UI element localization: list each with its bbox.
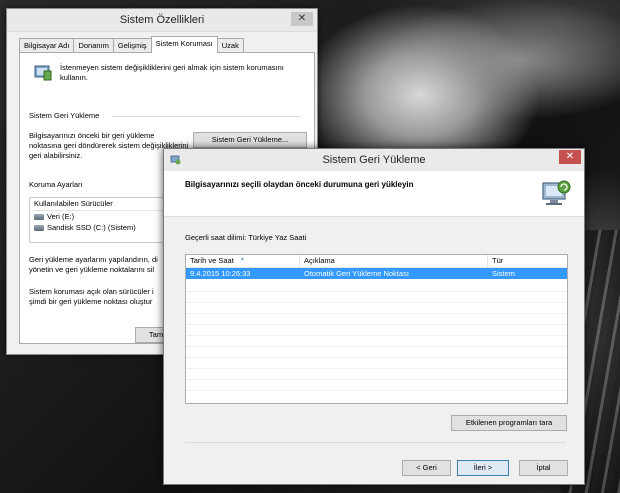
cancel-button[interactable]: İptal bbox=[519, 460, 568, 476]
sort-arrow-icon: ▲ bbox=[240, 256, 245, 262]
configure-text-line: yönetin ve geri yükleme noktalarını sil bbox=[29, 265, 155, 274]
close-button[interactable]: ✕ bbox=[291, 12, 313, 26]
system-restore-button[interactable]: Sistem Geri Yükleme... bbox=[193, 132, 307, 148]
drive-row[interactable]: Sandisk SSD (C:) (Sistem) bbox=[30, 222, 170, 233]
list-header: Tarih ve Saat ▲ Açıklama Tür bbox=[186, 255, 567, 268]
drives-list[interactable]: Kullanılabilen Sürücüler Veri (E:) Sandi… bbox=[29, 197, 171, 243]
row-date: 9.4.2015 10:26:33 bbox=[190, 269, 251, 278]
tab-remote[interactable]: Uzak bbox=[216, 38, 244, 53]
grid-line bbox=[186, 357, 567, 358]
table-row[interactable]: 9.4.2015 10:26:33 Otomatik Geri Yükleme … bbox=[186, 268, 567, 279]
drive-icon bbox=[34, 224, 44, 231]
column-date[interactable]: Tarih ve Saat ▲ bbox=[186, 255, 300, 267]
row-description: Otomatik Geri Yükleme Noktası bbox=[304, 269, 409, 278]
intro-text: İstenmeyen sistem değişikliklerini geri … bbox=[60, 63, 284, 82]
row-type: Sistem bbox=[492, 269, 515, 278]
grid-line bbox=[186, 291, 567, 292]
column-type[interactable]: Tür bbox=[488, 255, 567, 267]
grid-line bbox=[186, 390, 567, 391]
create-text: Sistem koruması açık olan sürücüler i şi… bbox=[29, 287, 179, 307]
close-button[interactable]: ✕ bbox=[559, 150, 581, 164]
scan-affected-programs-button[interactable]: Etkilenen programları tara bbox=[451, 415, 567, 431]
configure-text: Geri yükleme ayarlarını yapılandırın, di… bbox=[29, 255, 179, 275]
drive-label: Sandisk SSD (C:) (Sistem) bbox=[47, 223, 136, 232]
grid-line bbox=[186, 346, 567, 347]
create-text-line: şimdi bir geri yükleme noktası oluştur bbox=[29, 297, 153, 306]
window-title: Sistem Özellikleri bbox=[119, 14, 205, 26]
grid-line bbox=[186, 379, 567, 380]
restore-section-label: Sistem Geri Yükleme bbox=[29, 111, 100, 120]
protection-section-label: Koruma Ayarları bbox=[29, 180, 83, 189]
restore-computer-icon bbox=[542, 180, 571, 205]
system-protection-icon bbox=[34, 65, 52, 81]
wizard-heading: Bilgisayarınızı seçili olaydan önceki du… bbox=[185, 180, 414, 189]
title-bar[interactable]: Sistem Özellikleri ✕ bbox=[7, 9, 317, 32]
grid-line bbox=[186, 302, 567, 303]
tab-hardware[interactable]: Donanım bbox=[73, 38, 114, 53]
drive-row[interactable]: Veri (E:) bbox=[30, 211, 170, 222]
tab-computer-name[interactable]: Bilgisayar Adı bbox=[19, 38, 75, 53]
wizard-header: Bilgisayarınızı seçili olaydan önceki du… bbox=[164, 171, 584, 217]
restore-points-list[interactable]: Tarih ve Saat ▲ Açıklama Tür 9.4.2015 10… bbox=[185, 254, 568, 404]
tab-system-protection[interactable]: Sistem Koruması bbox=[150, 36, 218, 53]
title-bar[interactable]: Sistem Geri Yükleme ✕ bbox=[164, 149, 584, 171]
window-title: Sistem Geri Yükleme bbox=[322, 154, 426, 166]
timezone-label: Geçerli saat dilimi: Türkiye Yaz Saati bbox=[185, 233, 307, 242]
grid-line bbox=[186, 335, 567, 336]
grid-line bbox=[186, 324, 567, 325]
configure-text-line: Geri yükleme ayarlarını yapılandırın, di bbox=[29, 255, 158, 264]
section-divider bbox=[113, 116, 301, 117]
grid-line bbox=[186, 368, 567, 369]
back-button[interactable]: < Geri bbox=[402, 460, 451, 476]
next-button[interactable]: İleri > bbox=[457, 460, 509, 476]
create-text-line: Sistem koruması açık olan sürücüler i bbox=[29, 287, 154, 296]
drive-label: Veri (E:) bbox=[47, 212, 75, 221]
footer-divider bbox=[185, 442, 566, 443]
drives-header[interactable]: Kullanılabilen Sürücüler bbox=[30, 198, 170, 211]
tab-advanced[interactable]: Gelişmiş bbox=[112, 38, 152, 53]
grid-line bbox=[186, 313, 567, 314]
column-date-label: Tarih ve Saat bbox=[190, 256, 234, 265]
tab-strip: Bilgisayar Adı Donanım Gelişmiş Sistem K… bbox=[19, 36, 244, 53]
column-description[interactable]: Açıklama bbox=[300, 255, 488, 267]
drive-icon bbox=[34, 213, 44, 220]
system-restore-window: Sistem Geri Yükleme ✕ Bilgisayarınızı se… bbox=[163, 148, 585, 485]
